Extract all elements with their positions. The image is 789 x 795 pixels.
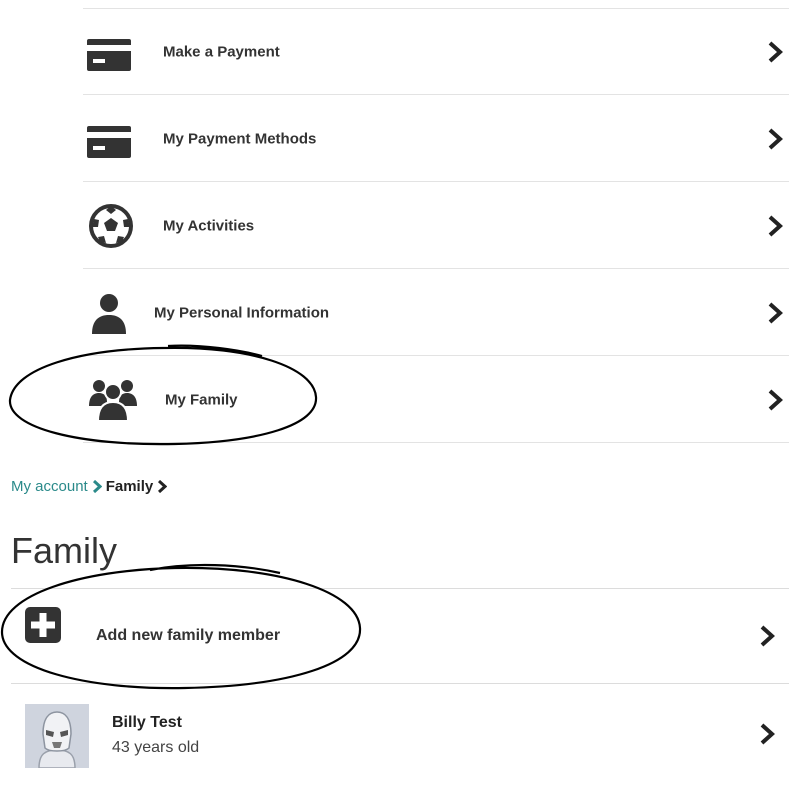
menu-item-label: Make a Payment	[163, 43, 280, 60]
menu-item-label: My Family	[165, 391, 238, 408]
member-age: 43 years old	[112, 739, 200, 756]
chevron-right-icon	[760, 625, 775, 647]
chevron-right-icon	[92, 480, 102, 493]
user-icon	[85, 290, 133, 338]
chevron-right-icon	[768, 41, 783, 62]
chevron-right-icon	[768, 128, 783, 149]
add-family-member-label: Add new family member	[96, 627, 281, 644]
chevron-right-icon	[760, 723, 775, 745]
menu-item-payment-methods[interactable]: My Payment Methods	[83, 96, 789, 182]
chevron-right-icon	[768, 389, 783, 410]
family-member-row[interactable]: Billy Test 43 years old	[11, 684, 789, 784]
add-family-member-row[interactable]: Add new family member	[11, 589, 789, 683]
menu-item-activities[interactable]: My Activities	[83, 183, 789, 269]
menu-item-label: My Activities	[163, 217, 255, 234]
breadcrumb-current[interactable]: Family	[106, 478, 154, 495]
avatar	[25, 704, 89, 768]
menu-item-label: My Payment Methods	[163, 130, 317, 147]
card-icon	[85, 118, 133, 166]
menu-item-family[interactable]: My Family	[83, 357, 789, 443]
breadcrumb-link-my-account[interactable]: My account	[11, 478, 88, 495]
add-icon	[25, 607, 61, 643]
menu-item-make-payment[interactable]: Make a Payment	[83, 9, 789, 95]
breadcrumb: My account Family	[11, 478, 171, 495]
chevron-right-icon	[768, 302, 783, 323]
soccer-ball-icon	[87, 202, 135, 250]
menu-item-label: My Personal Information	[154, 304, 330, 321]
chevron-right-icon	[158, 480, 168, 493]
group-icon	[89, 375, 137, 423]
page-title: Family	[11, 530, 117, 571]
menu-item-personal-info[interactable]: My Personal Information	[83, 270, 789, 356]
chevron-right-icon	[768, 215, 783, 236]
card-icon	[85, 31, 133, 79]
member-name: Billy Test	[112, 714, 182, 731]
